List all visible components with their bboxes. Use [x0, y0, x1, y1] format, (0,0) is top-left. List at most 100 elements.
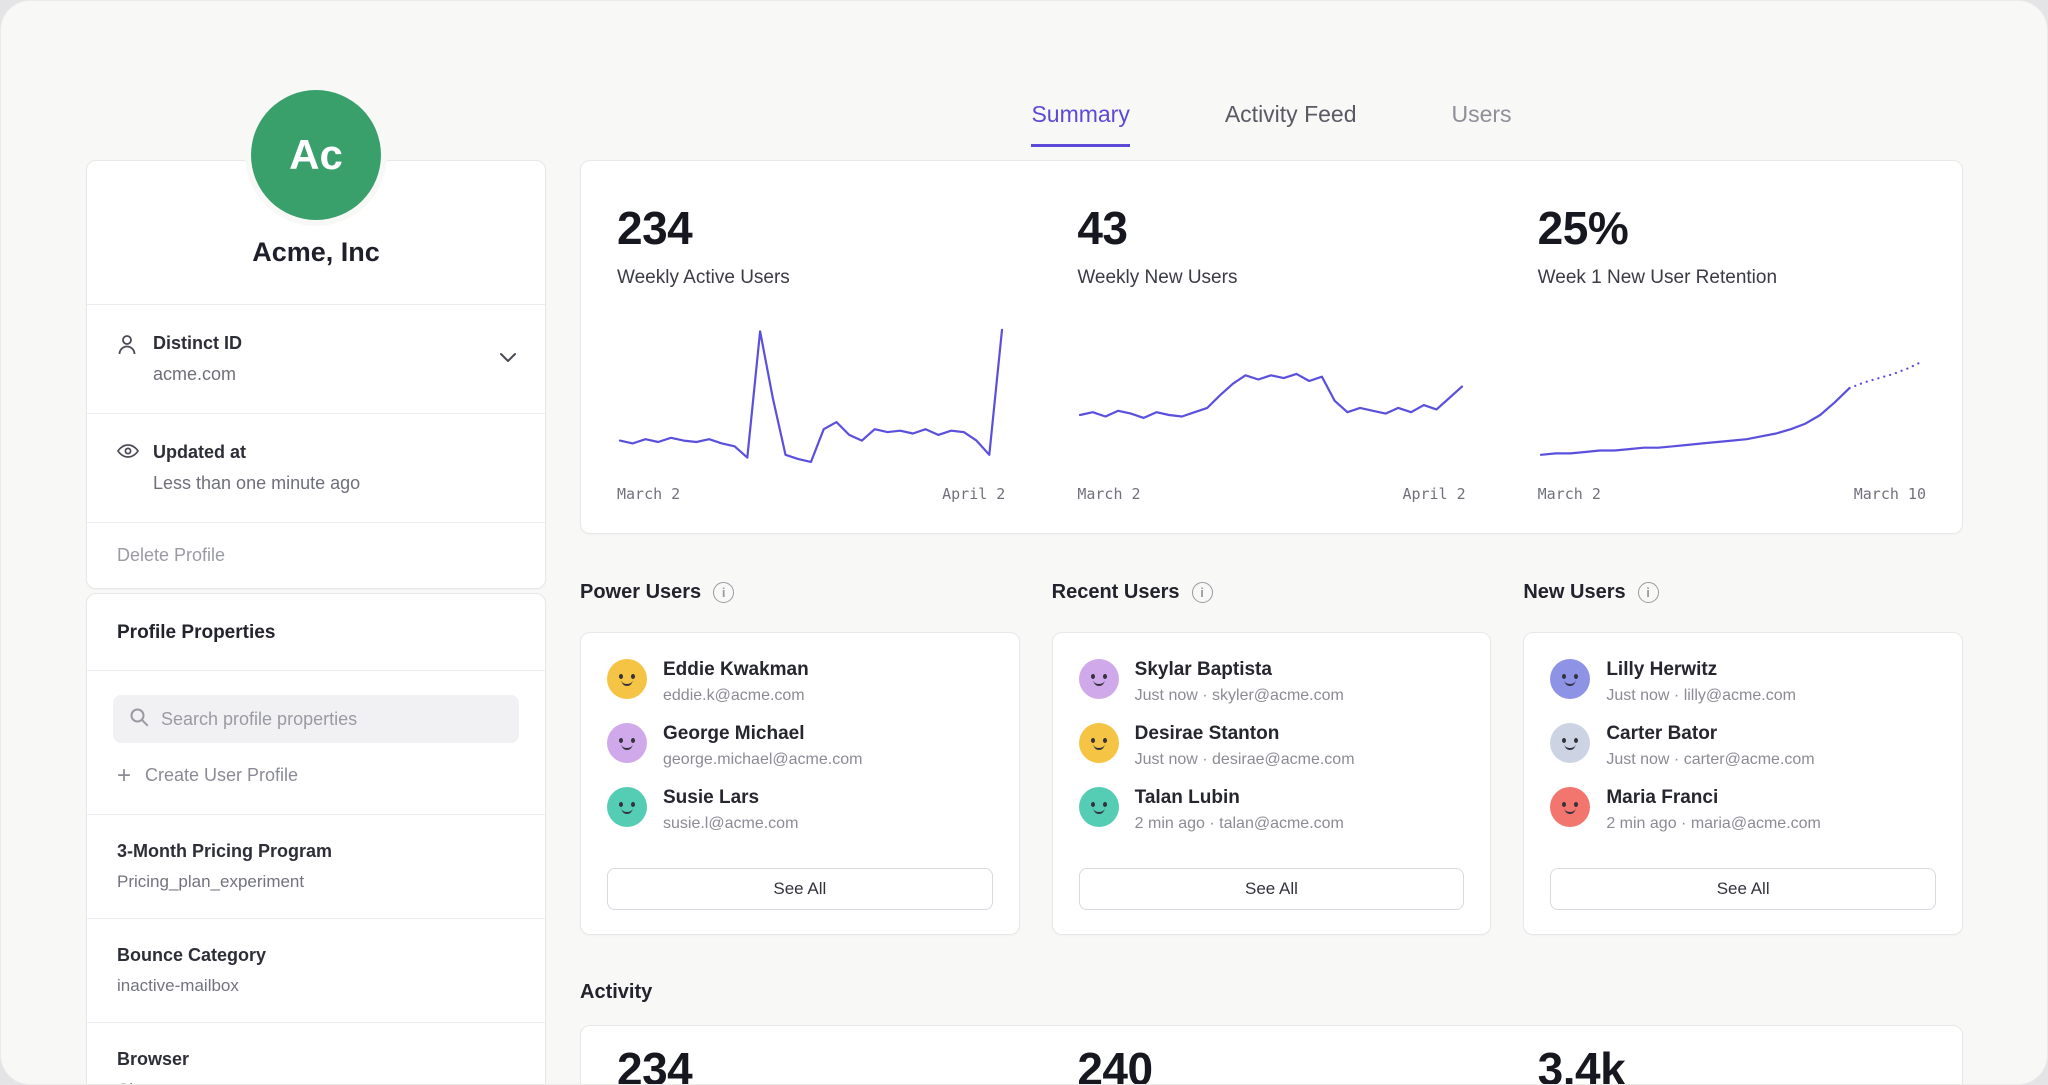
- chart-x-axis: March 2 March 10: [1538, 485, 1926, 503]
- property-item: 3-Month Pricing Program Pricing_plan_exp…: [87, 814, 545, 918]
- see-all-button[interactable]: See All: [1550, 868, 1936, 910]
- property-label: Browser: [117, 1049, 515, 1070]
- see-all-button[interactable]: See All: [607, 868, 993, 910]
- delete-profile-button[interactable]: Delete Profile: [87, 522, 545, 588]
- distinct-id-row[interactable]: Distinct ID acme.com: [87, 304, 545, 413]
- user-info: Maria Franci 2 min ago · maria@acme.com: [1606, 787, 1821, 833]
- stat-weekly-active-users: 234 Weekly Active Users March 2 April 2: [581, 201, 1041, 533]
- user-name: Susie Lars: [663, 787, 798, 809]
- list-cards: Eddie Kwakman eddie.k@acme.com George Mi…: [580, 632, 1963, 935]
- user-meta: Just now · lilly@acme.com: [1606, 687, 1796, 705]
- chevron-down-icon[interactable]: [499, 350, 517, 368]
- distinct-id-label: Distinct ID: [153, 333, 242, 354]
- activity-stat-value: 234: [617, 1042, 1005, 1085]
- stat-week1-retention: 25% Week 1 New User Retention March 2 Ma…: [1502, 201, 1962, 533]
- search-profile-properties[interactable]: [113, 695, 519, 743]
- activity-stat: 3.4k: [1502, 1042, 1962, 1085]
- weekly-active-users-chart: [617, 323, 1005, 473]
- new-users-card: Lilly Herwitz Just now · lilly@acme.com …: [1523, 632, 1963, 935]
- user-row[interactable]: Desirae Stanton Just now · desirae@acme.…: [1079, 723, 1465, 769]
- activity-stat: 234: [581, 1042, 1041, 1085]
- tab-users[interactable]: Users: [1452, 101, 1512, 147]
- user-avatar: [1079, 723, 1119, 763]
- user-row[interactable]: Talan Lubin 2 min ago · talan@acme.com: [1079, 787, 1465, 833]
- updated-at-label: Updated at: [153, 442, 360, 463]
- stat-value: 43: [1077, 201, 1465, 255]
- profile-properties-card: Profile Properties + Create User Profile…: [86, 593, 546, 1085]
- user-row[interactable]: Eddie Kwakman eddie.k@acme.com: [607, 659, 993, 705]
- power-users-header: Power Users i: [580, 581, 1020, 604]
- info-icon[interactable]: i: [1638, 582, 1659, 603]
- user-info: Susie Lars susie.l@acme.com: [663, 787, 798, 833]
- profile-properties-title: Profile Properties: [87, 594, 545, 671]
- create-user-profile-button[interactable]: + Create User Profile: [87, 759, 545, 814]
- axis-end-label: March 10: [1854, 485, 1926, 503]
- user-name: Eddie Kwakman: [663, 659, 809, 681]
- new-users-title: New Users: [1523, 581, 1625, 604]
- user-avatar: [607, 787, 647, 827]
- property-item: Bounce Category inactive-mailbox: [87, 918, 545, 1022]
- stat-value: 25%: [1538, 201, 1926, 255]
- stat-label: Weekly New Users: [1077, 267, 1465, 289]
- user-row[interactable]: Skylar Baptista Just now · skyler@acme.c…: [1079, 659, 1465, 705]
- user-avatar: [607, 723, 647, 763]
- distinct-id-text: Distinct ID acme.com: [153, 333, 242, 385]
- user-row[interactable]: Maria Franci 2 min ago · maria@acme.com: [1550, 787, 1936, 833]
- user-info: Skylar Baptista Just now · skyler@acme.c…: [1135, 659, 1344, 705]
- chart-x-axis: March 2 April 2: [1077, 485, 1465, 503]
- recent-users-title: Recent Users: [1052, 581, 1180, 604]
- axis-end-label: April 2: [1402, 485, 1465, 503]
- user-avatar: [1079, 659, 1119, 699]
- person-icon: [117, 334, 153, 361]
- user-row[interactable]: Carter Bator Just now · carter@acme.com: [1550, 723, 1936, 769]
- power-users-card: Eddie Kwakman eddie.k@acme.com George Mi…: [580, 632, 1020, 935]
- tab-activity-feed[interactable]: Activity Feed: [1225, 101, 1357, 147]
- user-row[interactable]: Susie Lars susie.l@acme.com: [607, 787, 993, 833]
- distinct-id-value: acme.com: [153, 364, 242, 385]
- user-name: Skylar Baptista: [1135, 659, 1344, 681]
- user-meta: george.michael@acme.com: [663, 751, 862, 769]
- user-meta: Just now · desirae@acme.com: [1135, 751, 1355, 769]
- axis-start-label: March 2: [1538, 485, 1601, 503]
- activity-stat-value: 3.4k: [1538, 1042, 1926, 1085]
- user-row[interactable]: Lilly Herwitz Just now · lilly@acme.com: [1550, 659, 1936, 705]
- chart-x-axis: March 2 April 2: [617, 485, 1005, 503]
- user-meta: Just now · carter@acme.com: [1606, 751, 1814, 769]
- user-row[interactable]: George Michael george.michael@acme.com: [607, 723, 993, 769]
- user-meta: 2 min ago · maria@acme.com: [1606, 815, 1821, 833]
- user-avatar: [607, 659, 647, 699]
- user-info: Eddie Kwakman eddie.k@acme.com: [663, 659, 809, 705]
- user-info: Lilly Herwitz Just now · lilly@acme.com: [1606, 659, 1796, 705]
- user-name: Carter Bator: [1606, 723, 1814, 745]
- see-all-button[interactable]: See All: [1079, 868, 1465, 910]
- user-avatar: [1079, 787, 1119, 827]
- user-name: George Michael: [663, 723, 862, 745]
- search-input[interactable]: [161, 709, 503, 730]
- info-icon[interactable]: i: [713, 582, 734, 603]
- recent-users-header: Recent Users i: [1052, 581, 1492, 604]
- weekly-new-users-chart: [1077, 323, 1465, 473]
- axis-end-label: April 2: [942, 485, 1005, 503]
- info-icon[interactable]: i: [1192, 582, 1213, 603]
- user-meta: eddie.k@acme.com: [663, 687, 809, 705]
- app-window: Ac Acme, Inc Distinct ID acme.com: [0, 0, 2048, 1085]
- property-value: inactive-mailbox: [117, 976, 515, 996]
- list-headers: Power Users i Recent Users i New Users i: [580, 581, 1963, 604]
- tab-summary[interactable]: Summary: [1031, 101, 1129, 147]
- eye-icon: [117, 443, 153, 464]
- user-meta: susie.l@acme.com: [663, 815, 798, 833]
- stat-weekly-new-users: 43 Weekly New Users March 2 April 2: [1041, 201, 1501, 533]
- activity-stat-value: 240: [1077, 1042, 1465, 1085]
- stat-value: 234: [617, 201, 1005, 255]
- create-user-profile-label: Create User Profile: [145, 765, 298, 786]
- user-meta: 2 min ago · talan@acme.com: [1135, 815, 1344, 833]
- updated-at-value: Less than one minute ago: [153, 473, 360, 494]
- power-users-title: Power Users: [580, 581, 701, 604]
- property-value: Chrome: [117, 1080, 515, 1085]
- new-users-header: New Users i: [1523, 581, 1963, 604]
- tab-bar: Summary Activity Feed Users: [580, 101, 1963, 147]
- user-info: Carter Bator Just now · carter@acme.com: [1606, 723, 1814, 769]
- user-avatar: [1550, 787, 1590, 827]
- user-name: Maria Franci: [1606, 787, 1821, 809]
- activity-section-title: Activity: [580, 981, 652, 1004]
